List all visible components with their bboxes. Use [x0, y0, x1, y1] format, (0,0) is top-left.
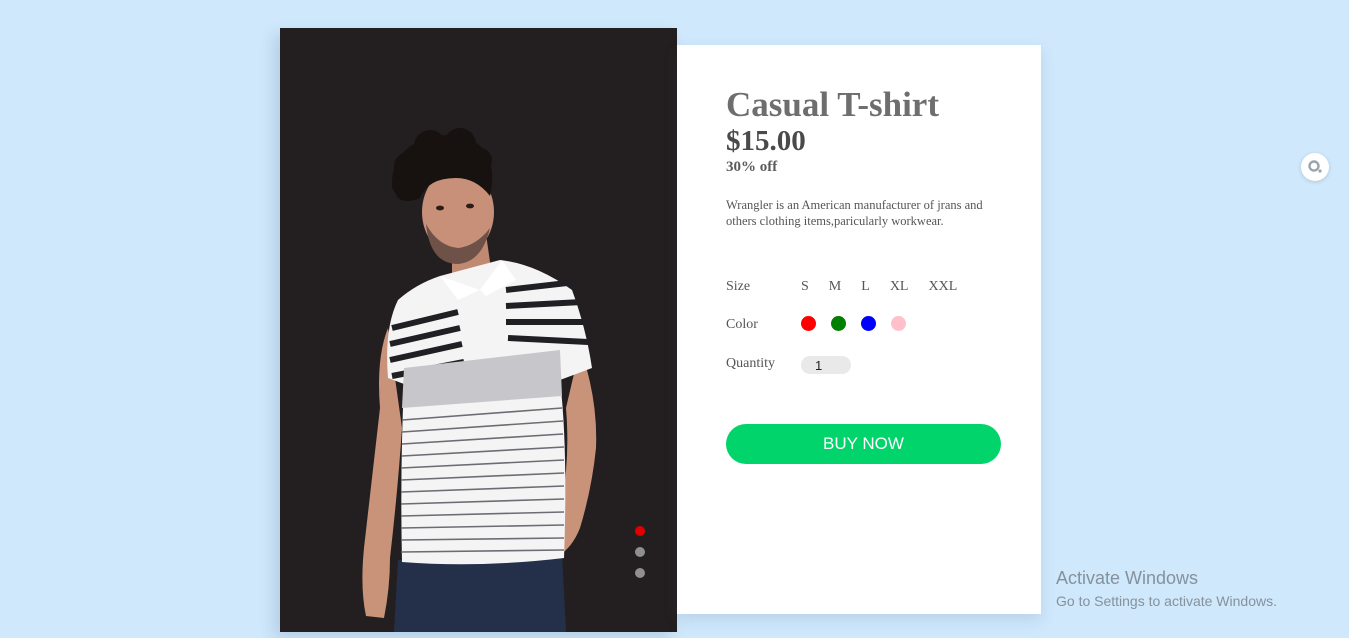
model-photo — [362, 128, 597, 632]
size-label: Size — [726, 279, 751, 294]
product-image — [280, 28, 677, 632]
discount-badge: 30% off — [726, 159, 778, 175]
product-description: Wrangler is an American manufacturer of … — [726, 198, 983, 228]
carousel-dot-3[interactable] — [635, 568, 645, 578]
carousel-dot-2[interactable] — [635, 547, 645, 557]
windows-activation-watermark: Activate Windows Go to Settings to activ… — [1056, 568, 1277, 609]
color-swatch-blue[interactable] — [861, 316, 876, 331]
product-price: $15.00 — [726, 125, 806, 157]
watermark-title: Activate Windows — [1056, 568, 1199, 588]
circle-icon — [1308, 160, 1322, 173]
size-option-m[interactable]: M — [829, 279, 841, 295]
product-title: Casual T-shirt — [726, 85, 939, 124]
size-option-l[interactable]: L — [861, 279, 870, 295]
size-option-xl[interactable]: XL — [890, 279, 909, 295]
product-details-card: Casual T-shirt $15.00 30% off Wrangler i… — [677, 45, 1041, 614]
color-options — [801, 316, 921, 331]
quantity-label: Quantity — [726, 356, 775, 371]
carousel-dot-1[interactable] — [635, 526, 645, 536]
floating-widget-button[interactable] — [1301, 153, 1329, 181]
color-swatch-green[interactable] — [831, 316, 846, 331]
quantity-input[interactable] — [801, 356, 851, 374]
product-page: Casual T-shirt $15.00 30% off Wrangler i… — [0, 0, 1349, 638]
color-swatch-pink[interactable] — [891, 316, 906, 331]
size-options: S M L XL XXL — [801, 279, 957, 295]
color-label: Color — [726, 317, 758, 332]
size-option-xxl[interactable]: XXL — [928, 279, 957, 295]
color-swatch-red[interactable] — [801, 316, 816, 331]
size-option-s[interactable]: S — [801, 279, 809, 295]
watermark-subtitle: Go to Settings to activate Windows. — [1056, 593, 1277, 609]
buy-now-button[interactable]: BUY NOW — [726, 424, 1001, 464]
carousel-dots — [635, 526, 645, 589]
